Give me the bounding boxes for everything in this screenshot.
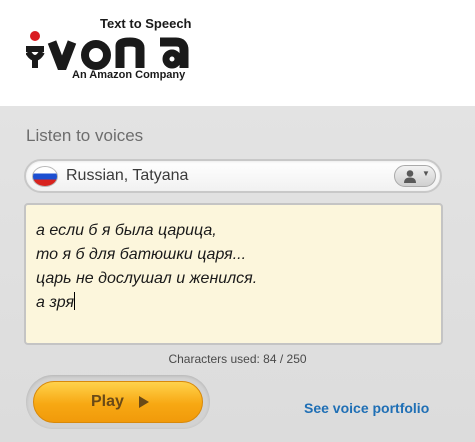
play-button-well: Play <box>26 375 210 429</box>
header: Text to Speech An Amazon Company <box>0 0 475 106</box>
logo-tagline-top: Text to Speech <box>100 16 192 31</box>
logo-tagline-bottom: An Amazon Company <box>72 69 186 81</box>
play-icon <box>139 396 149 408</box>
user-icon <box>404 170 416 183</box>
chevron-down-icon: ▼ <box>422 169 430 178</box>
play-button[interactable]: Play <box>33 381 203 423</box>
play-button-label: Play <box>91 393 124 410</box>
text-line: а если б я была царица, <box>36 222 217 239</box>
listen-panel: Listen to voices Russian, Tatyana ▼ а ес… <box>0 106 475 442</box>
text-line: царь не дослушал и женился. <box>36 270 258 287</box>
russia-flag-icon <box>32 166 58 187</box>
voice-selector[interactable]: Russian, Tatyana ▼ <box>24 159 442 193</box>
text-line: то я б для батюшки царя... <box>36 246 247 263</box>
text-input-area[interactable]: а если б я была царица, то я б для батюш… <box>24 203 443 345</box>
voice-dropdown-button[interactable]: ▼ <box>394 165 436 187</box>
see-voice-portfolio-link[interactable]: See voice portfolio <box>304 400 429 416</box>
ivona-logo: Text to Speech An Amazon Company <box>26 16 226 88</box>
character-counter: Characters used: 84 / 250 <box>168 352 307 366</box>
ivona-wordmark <box>26 31 189 70</box>
text-cursor <box>74 292 76 310</box>
section-title: Listen to voices <box>26 126 144 145</box>
text-line: а зря <box>36 294 75 311</box>
text-line-last: а зря <box>36 291 431 315</box>
selected-voice-label: Russian, Tatyana <box>66 167 189 184</box>
